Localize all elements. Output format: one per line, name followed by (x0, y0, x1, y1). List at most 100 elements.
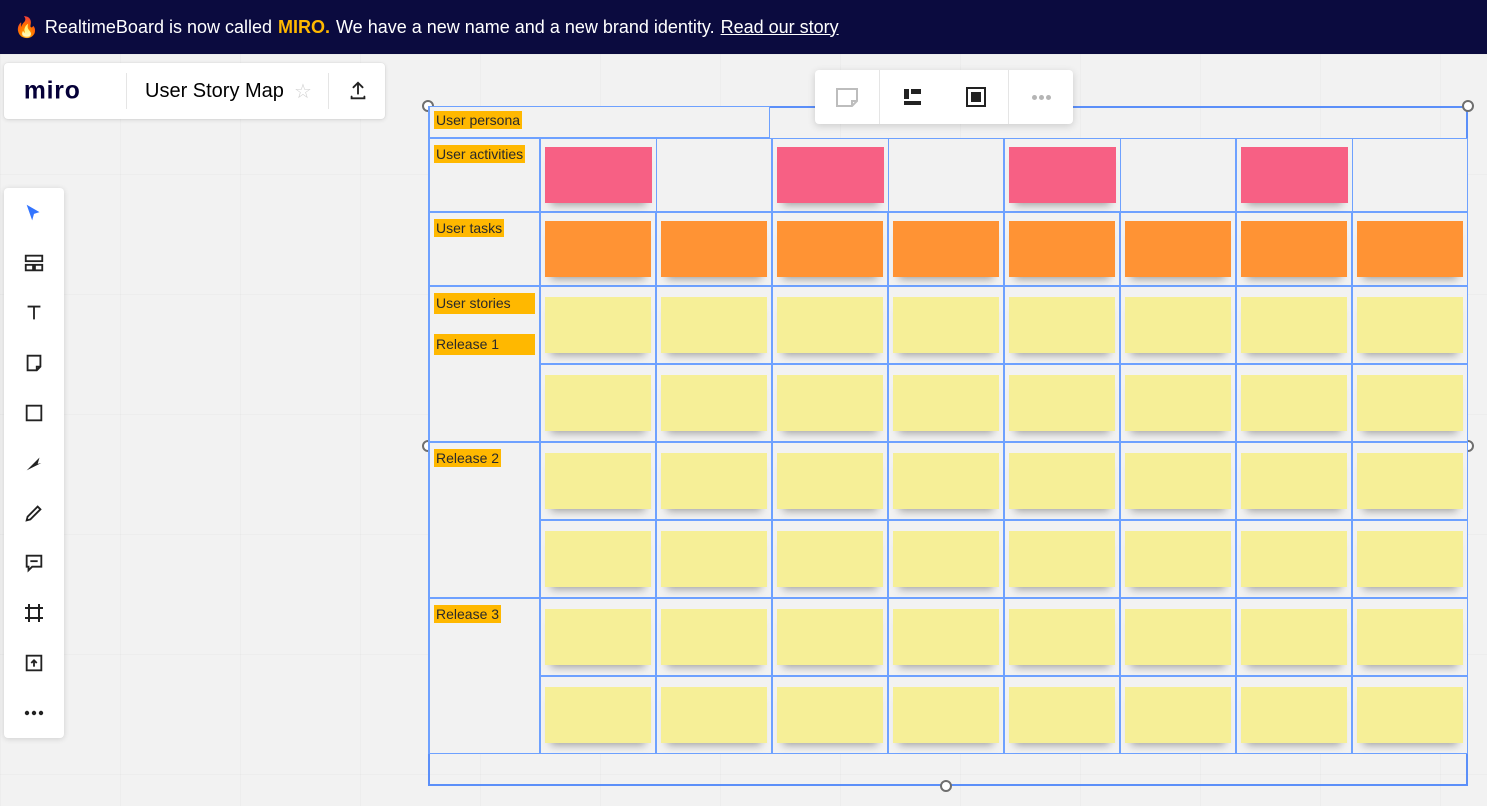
story-card[interactable] (1120, 364, 1236, 442)
activity-card-1[interactable] (540, 138, 657, 212)
sticky-yellow[interactable] (1125, 531, 1231, 587)
sticky-yellow[interactable] (777, 453, 883, 509)
tool-frame[interactable] (14, 598, 54, 628)
story-card[interactable] (1004, 598, 1120, 676)
story-card[interactable] (540, 286, 656, 364)
label-activities[interactable]: User activities (428, 138, 540, 212)
sticky-yellow[interactable] (1357, 609, 1463, 665)
story-card[interactable] (1004, 676, 1120, 754)
label-persona[interactable]: User persona (428, 106, 770, 138)
story-card[interactable] (1120, 442, 1236, 520)
sticky-yellow[interactable] (661, 609, 767, 665)
sticky-yellow[interactable] (1009, 687, 1115, 743)
story-card[interactable] (772, 364, 888, 442)
task-card[interactable] (888, 212, 1004, 286)
sticky-yellow[interactable] (893, 609, 999, 665)
story-card[interactable] (540, 364, 656, 442)
story-card[interactable] (1352, 286, 1468, 364)
user-story-map[interactable]: User persona User activities User tasks … (428, 106, 1468, 754)
task-card[interactable] (540, 212, 656, 286)
story-card[interactable] (1352, 520, 1468, 598)
story-card[interactable] (1004, 442, 1120, 520)
sticky-yellow[interactable] (545, 453, 651, 509)
story-card[interactable] (772, 286, 888, 364)
activity-cell-empty[interactable] (657, 138, 773, 212)
sticky-pink[interactable] (777, 147, 884, 203)
tool-sticky-note[interactable] (14, 348, 54, 378)
activity-card-3[interactable] (1004, 138, 1121, 212)
story-card[interactable] (1004, 520, 1120, 598)
sticky-pink[interactable] (1241, 147, 1348, 203)
story-card[interactable] (540, 598, 656, 676)
sticky-yellow[interactable] (545, 687, 651, 743)
label-release-1[interactable]: User stories Release 1 (428, 286, 540, 442)
activity-cell-empty[interactable] (1121, 138, 1237, 212)
selection-handle-bm[interactable] (940, 780, 952, 792)
story-card[interactable] (888, 442, 1004, 520)
tool-shape[interactable] (14, 398, 54, 428)
sticky-orange[interactable] (661, 221, 767, 277)
story-card[interactable] (1004, 364, 1120, 442)
sticky-yellow[interactable] (777, 375, 883, 431)
tool-text[interactable] (14, 298, 54, 328)
sticky-yellow[interactable] (1357, 531, 1463, 587)
board-title[interactable]: User Story Map (127, 80, 294, 103)
sticky-yellow[interactable] (1009, 453, 1115, 509)
sticky-yellow[interactable] (893, 531, 999, 587)
activity-cell-empty[interactable] (1353, 138, 1469, 212)
sticky-yellow[interactable] (1241, 609, 1347, 665)
sticky-yellow[interactable] (661, 531, 767, 587)
sticky-yellow[interactable] (893, 453, 999, 509)
story-card[interactable] (1120, 286, 1236, 364)
story-card[interactable] (1352, 442, 1468, 520)
sticky-yellow[interactable] (893, 687, 999, 743)
activity-cell-empty[interactable] (889, 138, 1005, 212)
label-tasks[interactable]: User tasks (428, 212, 540, 286)
sticky-yellow[interactable] (1125, 453, 1231, 509)
story-card[interactable] (1236, 676, 1352, 754)
sticky-yellow[interactable] (1125, 297, 1231, 353)
favorite-star-icon[interactable]: ☆ (294, 79, 328, 104)
sticky-pink[interactable] (1009, 147, 1116, 203)
sticky-yellow[interactable] (1009, 531, 1115, 587)
tool-select[interactable] (14, 198, 54, 228)
sticky-yellow[interactable] (1241, 531, 1347, 587)
sticky-yellow[interactable] (1125, 375, 1231, 431)
story-card[interactable] (888, 286, 1004, 364)
sticky-yellow[interactable] (777, 609, 883, 665)
story-card[interactable] (772, 520, 888, 598)
activity-card-2[interactable] (772, 138, 889, 212)
story-card[interactable] (540, 520, 656, 598)
story-card[interactable] (1236, 520, 1352, 598)
miro-logo[interactable]: miro (22, 73, 127, 109)
story-card[interactable] (1120, 676, 1236, 754)
story-card[interactable] (656, 598, 772, 676)
tool-templates[interactable] (14, 248, 54, 278)
sticky-yellow[interactable] (1009, 297, 1115, 353)
tool-comment[interactable] (14, 548, 54, 578)
sticky-yellow[interactable] (1357, 453, 1463, 509)
sticky-yellow[interactable] (1125, 687, 1231, 743)
label-release-3[interactable]: Release 3 (428, 598, 540, 754)
sticky-yellow[interactable] (545, 531, 651, 587)
story-card[interactable] (656, 364, 772, 442)
label-release-2[interactable]: Release 2 (428, 442, 540, 598)
sticky-yellow[interactable] (1241, 687, 1347, 743)
task-card[interactable] (1236, 212, 1352, 286)
export-button[interactable] (329, 80, 369, 102)
story-card[interactable] (772, 442, 888, 520)
sticky-yellow[interactable] (893, 375, 999, 431)
sticky-yellow[interactable] (777, 687, 883, 743)
sticky-yellow[interactable] (661, 297, 767, 353)
sticky-yellow[interactable] (777, 531, 883, 587)
sticky-yellow[interactable] (893, 297, 999, 353)
story-card[interactable] (1120, 520, 1236, 598)
story-card[interactable] (772, 676, 888, 754)
sticky-orange[interactable] (777, 221, 883, 277)
story-card[interactable] (1352, 364, 1468, 442)
story-card[interactable] (1352, 598, 1468, 676)
story-card[interactable] (540, 676, 656, 754)
sticky-orange[interactable] (1357, 221, 1463, 277)
activity-card-4[interactable] (1236, 138, 1353, 212)
story-card[interactable] (656, 442, 772, 520)
